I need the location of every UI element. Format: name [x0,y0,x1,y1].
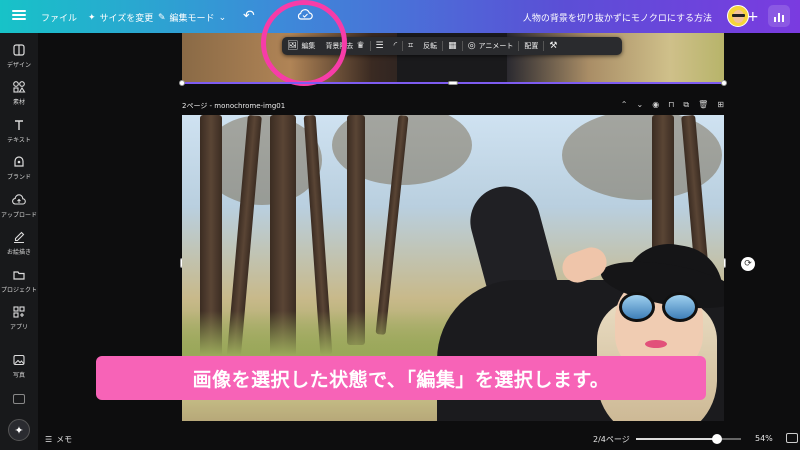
top-bar: ファイル ✦ サイズを変更 ✎ 編集モード ⌄ ↶ 人物の背景を切り抜かずにモノ… [0,0,800,33]
page-header: 2ページ - monochrome-img01 ⌃ ⌄ ◉ ⊓ ⧉ 🗑 ⊞ [182,99,724,113]
sidebar-item-projects[interactable]: プロジェクト [0,268,38,294]
menu-icon[interactable] [12,8,26,22]
transparency-button[interactable]: ▦ [443,37,462,55]
sidebar-item-elements[interactable]: 素材 [0,80,38,106]
resize-handle-top-right[interactable] [721,80,727,86]
grid-view-icon[interactable] [786,433,798,443]
instruction-caption: 画像を選択した状態で、「編集」を選択します。 [96,356,706,400]
page-counter[interactable]: 2/4ページ [593,434,630,445]
flip-label: 反転 [423,42,438,50]
file-menu-label: ファイル [41,14,78,24]
insights-chart-icon[interactable] [768,5,790,27]
checkerboard-icon: ▦ [448,40,457,51]
sidebar-item-label: デザイン [6,62,31,69]
edit-mode-label: 編集モード [169,14,215,24]
corner-rounding-button[interactable]: ◜ [389,37,403,55]
undo-icon[interactable]: ↶ [243,8,255,24]
rotate-icon[interactable]: ⟳ [741,257,755,271]
chevron-down-icon: ⌄ [218,12,227,23]
canvas-editor-window: ファイル ✦ サイズを変更 ✎ 編集モード ⌄ ↶ 人物の背景を切り抜かずにモノ… [0,0,800,450]
position-button[interactable]: 配置 [519,37,543,55]
upload-icon [12,194,26,205]
flip-button[interactable]: 反転 [418,37,442,55]
crop-button[interactable]: ⌗ [403,37,418,55]
border-lines-icon: ☰ [375,40,384,51]
sparkle-icon: ✦ [88,12,96,23]
design-icon [13,44,25,56]
add-collaborator-icon[interactable]: + [747,9,759,25]
left-sidebar: デザイン 素材 テキスト ブランド アップロード お絵描き プロジェクト アプリ… [0,33,38,450]
sidebar-item-brand[interactable]: ブランド [0,155,38,181]
lock-icon[interactable]: ⊓ [668,100,674,110]
sidebar-item-upload[interactable]: アップロード [0,193,38,219]
resize-handle-top-left[interactable] [179,80,185,86]
sidebar-item-label: ブランド [6,174,31,181]
page-actions: ⌃ ⌄ ◉ ⊓ ⧉ 🗑 ⊞ [621,100,724,110]
position-label: 配置 [524,42,539,50]
draw-icon [14,231,25,243]
sidebar-item-draw[interactable]: お絵描き [0,230,38,256]
zoom-slider-knob[interactable] [712,434,722,444]
animate-icon: ◎ [467,40,476,51]
more-apps-icon[interactable] [13,394,25,404]
notes-icon: ☰ [45,435,53,444]
resize-label: サイズを変更 [99,14,154,24]
sidebar-item-apps[interactable]: アプリ [0,305,38,331]
animate-button[interactable]: ◎ アニメート [463,37,519,55]
bottom-bar: ☰ メモ 2/4ページ 54% [38,428,800,450]
sidebar-item-label: プロジェクト [0,287,37,294]
notes-button[interactable]: ☰ メモ [45,434,72,445]
paint-roller-icon: ⚒ [549,40,558,51]
sidebar-item-label: お絵描き [6,249,31,256]
duplicate-icon[interactable]: ⧉ [683,100,689,110]
copy-style-button[interactable]: ⚒ [544,37,562,55]
resize-button[interactable]: ✦ サイズを変更 [88,11,154,25]
sidebar-item-label: 素材 [12,99,25,106]
chevron-down-icon[interactable]: ⌄ [636,100,643,110]
file-menu-button[interactable]: ファイル [41,11,77,24]
eye-icon[interactable]: ◉ [652,100,659,110]
sidebar-item-label: 写真 [12,372,25,379]
resize-handle-top[interactable] [448,81,458,85]
crop-icon: ⌗ [408,40,414,51]
magic-sparkle-icon[interactable]: ✦ [8,419,30,441]
elements-icon [13,81,26,93]
notes-label: メモ [56,435,73,444]
folder-icon [13,271,25,280]
apps-icon [13,306,25,318]
photo-icon [13,354,25,366]
sidebar-item-photos[interactable]: 写真 [0,353,38,379]
text-icon [15,120,23,130]
sidebar-item-label: アップロード [0,212,37,219]
page-title[interactable]: 2ページ - monochrome-img01 [182,101,285,111]
zoom-slider[interactable] [636,434,741,444]
sidebar-item-text[interactable]: テキスト [0,118,38,144]
crown-icon: ♛ [356,40,365,51]
border-style-button[interactable]: ☰ [371,37,389,55]
brand-icon [14,156,24,167]
sidebar-item-label: アプリ [9,324,28,331]
highlight-circle-annotation [261,0,347,86]
zoom-level[interactable]: 54% [755,434,773,443]
zoom-slider-fill [636,438,717,440]
avatar[interactable] [727,5,749,27]
pencil-icon: ✎ [158,12,166,23]
animate-label: アニメート [478,42,514,50]
trash-icon[interactable]: 🗑 [698,100,708,110]
document-title[interactable]: 人物の背景を切り抜かずにモノクロにする方法 [523,11,712,24]
sidebar-item-design[interactable]: デザイン [0,43,38,69]
sidebar-item-label: テキスト [7,137,31,144]
add-page-icon[interactable]: ⊞ [717,100,724,110]
chevron-up-icon[interactable]: ⌃ [621,100,628,110]
edit-mode-button[interactable]: ✎ 編集モード ⌄ [158,11,227,25]
corner-radius-icon: ◜ [393,40,398,51]
